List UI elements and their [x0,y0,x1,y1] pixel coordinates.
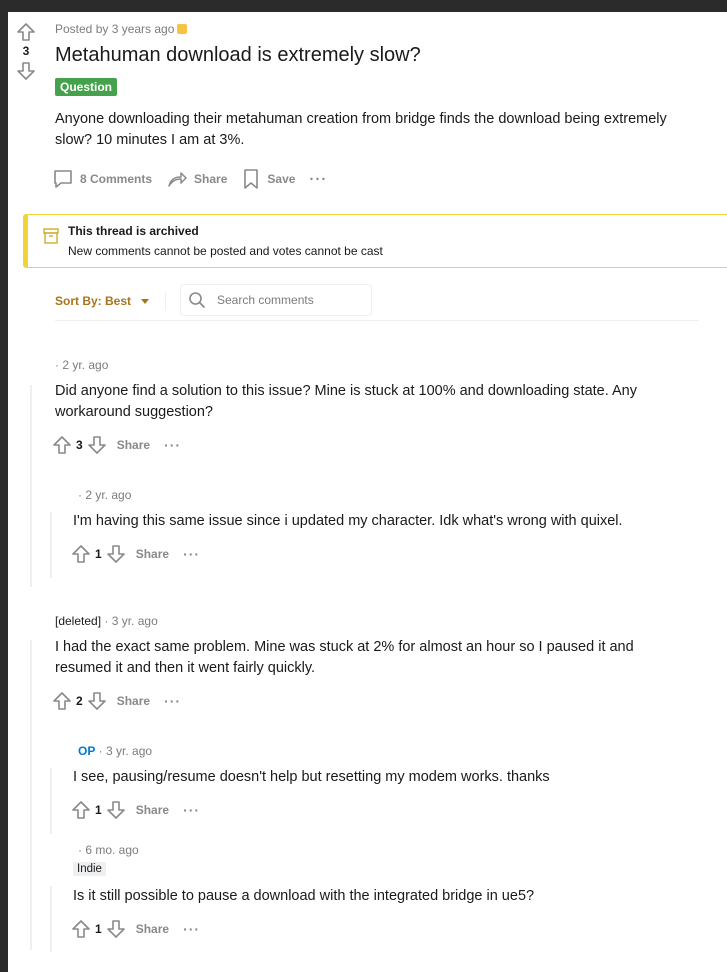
comment-score: 3 [76,438,83,452]
comment-share-button[interactable]: Share [136,922,169,936]
user-flair: Indie [73,862,106,876]
downvote-icon[interactable] [106,544,126,564]
comment-text: Is it still possible to pause a download… [73,888,535,904]
comment-text: I had the exact same problem. Mine was s… [55,639,634,676]
comment-share-button[interactable]: Share [136,547,169,561]
posted-by-text: Posted by 3 years ago [55,22,175,36]
sort-label: Sort By: Best [55,294,132,308]
comment-text: I see, pausing/resume doesn't help but r… [73,769,550,785]
upvote-icon[interactable] [71,800,91,820]
share-button[interactable]: Share [166,168,227,190]
comment-score: 1 [95,922,102,936]
comment-text: I'm having this same issue since i updat… [73,513,623,529]
post-score: 3 [22,44,30,58]
save-label: Save [267,172,296,186]
comment-meta: · 2 yr. ago [78,488,131,502]
thread-line[interactable] [50,768,52,834]
upvote-icon[interactable] [52,435,72,455]
downvote-icon[interactable] [87,691,107,711]
comment-share-button[interactable]: Share [136,803,169,817]
thread-line[interactable] [30,385,32,587]
comment-sort-bar: Sort By: Best [55,284,699,321]
search-input[interactable] [215,292,359,308]
comment-score: 1 [95,547,102,561]
comment-actions: 3 Share ··· [52,435,181,455]
post-actions: 8 Comments Share Save ··· [52,168,341,190]
comment-meta: · 2 yr. ago [55,358,108,372]
post-vote-column: 3 [16,22,36,81]
comment-actions: 1 Share ··· [71,919,200,939]
comment-share-button[interactable]: Share [117,438,150,452]
posted-by: Posted by 3 years ago [55,22,188,36]
comment-timestamp: · 6 mo. ago [78,843,139,857]
upvote-icon[interactable] [52,691,72,711]
archived-subtext: New comments cannot be posted and votes … [68,244,383,258]
search-icon [189,292,205,308]
comment-meta: · 6 mo. ago [78,843,139,857]
archived-notice: This thread is archived New comments can… [23,214,727,268]
post-card: 3 Posted by 3 years ago Metahuman downlo… [8,12,727,972]
comment-meta: OP · 3 yr. ago [78,744,152,758]
comment-timestamp: · 3 yr. ago [101,614,158,628]
op-badge: OP [78,744,96,758]
comment-actions: 1 Share ··· [71,800,200,820]
downvote-icon[interactable] [87,435,107,455]
sort-dropdown[interactable]: Sort By: Best [55,294,150,308]
comment-more-button[interactable]: ··· [164,437,181,453]
post-title[interactable]: Metahuman download is extremely slow? [55,44,421,67]
comment-timestamp: · 3 yr. ago [95,744,153,758]
comments-label: 8 Comments [80,172,153,186]
archived-heading: This thread is archived [68,224,199,238]
chevron-down-icon [141,298,150,304]
comment-more-button[interactable]: ··· [183,546,200,562]
thread-line[interactable] [50,886,52,952]
comment-more-button[interactable]: ··· [164,693,181,709]
comment-share-button[interactable]: Share [117,694,150,708]
share-label: Share [194,172,228,186]
bookmark-icon [244,169,259,189]
archive-icon [43,228,59,244]
comment-more-button[interactable]: ··· [183,802,200,818]
comment-score: 1 [95,803,102,817]
comment-meta: [deleted] · 3 yr. ago [55,614,158,628]
comment-score: 2 [76,694,83,708]
award-icon [177,24,188,34]
comment-timestamp: · 2 yr. ago [55,358,109,372]
divider [165,292,166,310]
save-button[interactable]: Save [241,168,295,190]
post-body: Anyone downloading their metahuman creat… [55,111,667,148]
downvote-icon[interactable] [16,61,36,81]
comment-more-button[interactable]: ··· [183,921,200,937]
downvote-icon[interactable] [106,800,126,820]
thread-line[interactable] [50,512,52,578]
comments-button[interactable]: 8 Comments [52,168,152,190]
more-icon: ··· [309,170,328,188]
upvote-icon[interactable] [71,544,91,564]
comment-timestamp: · 2 yr. ago [78,488,132,502]
comment-actions: 2 Share ··· [52,691,181,711]
comment-search-box[interactable] [180,284,372,316]
more-options-button[interactable]: ··· [309,171,327,188]
upvote-icon[interactable] [16,22,36,42]
comment-actions: 1 Share ··· [71,544,200,564]
comment-author: [deleted] [55,614,102,628]
share-icon [168,172,187,187]
downvote-icon[interactable] [106,919,126,939]
comment-text: Did anyone find a solution to this issue… [55,383,637,420]
comment-icon [54,170,72,188]
thread-line[interactable] [30,640,32,950]
upvote-icon[interactable] [71,919,91,939]
post-flair[interactable]: Question [55,78,118,96]
